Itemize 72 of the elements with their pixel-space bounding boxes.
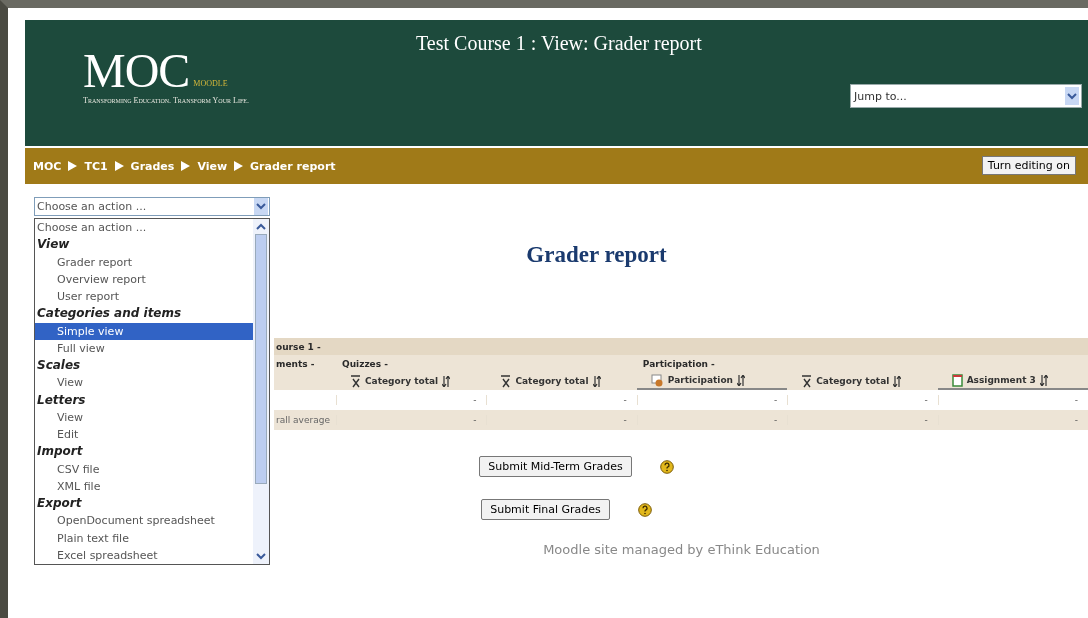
sigma-x-icon	[801, 374, 813, 388]
turn-editing-on-button[interactable]: Turn editing on	[981, 156, 1076, 175]
option-group-label: Categories and items	[36, 305, 183, 323]
jump-to-select[interactable]: Jump to...	[850, 84, 1082, 108]
average-cell: -	[336, 415, 487, 425]
grade-cell: -	[336, 395, 487, 405]
sigma-x-icon	[350, 374, 361, 388]
page-title: Test Course 1 : View: Grader report	[416, 32, 702, 55]
sort-icon[interactable]	[737, 374, 745, 386]
triangle-icon	[68, 161, 78, 171]
option-group-label: Import	[36, 443, 84, 461]
breadcrumb-link[interactable]: Grader report	[250, 159, 336, 173]
dropdown-option[interactable]: XML file	[35, 477, 253, 495]
site-logo: MOC	[83, 50, 190, 92]
grade-cell: -	[787, 395, 938, 405]
option-group-label: Letters	[36, 391, 87, 409]
submit-button[interactable]: Submit Mid-Term Grades	[479, 456, 632, 477]
row-label: rall average	[275, 415, 331, 425]
column-header[interactable]: Category total	[816, 376, 890, 386]
dropdown-option[interactable]: View	[35, 408, 253, 426]
triangle-icon	[181, 161, 191, 171]
average-cell: -	[486, 415, 637, 425]
dropdown-option[interactable]: CSV file	[35, 460, 253, 478]
scrollbar[interactable]	[253, 219, 269, 564]
breadcrumb-link[interactable]: Grades	[130, 159, 175, 173]
dropdown-option[interactable]: Edit	[35, 426, 253, 444]
dropdown-option[interactable]: Choose an action ...	[35, 219, 253, 237]
footer-text: Moodle site managed by eThink Education	[542, 542, 821, 557]
document-icon	[951, 373, 963, 387]
sort-icon[interactable]	[592, 375, 601, 387]
dropdown-option[interactable]: Simple view	[35, 322, 253, 340]
category-label[interactable]: Participation -	[642, 358, 715, 369]
sigma-x-icon	[500, 374, 512, 388]
grade-cell: -	[937, 395, 1088, 405]
dropdown-option[interactable]: Full view	[35, 339, 253, 357]
action-select[interactable]: Choose an action ...	[34, 197, 270, 216]
dropdown-option[interactable]: View	[35, 374, 253, 392]
submit-button[interactable]: Submit Final Grades	[481, 499, 610, 520]
breadcrumb-link[interactable]: MOC	[33, 159, 62, 173]
average-cell: -	[787, 415, 938, 425]
dropdown-option[interactable]: Plain text file	[35, 529, 253, 547]
option-group-label: View	[36, 236, 71, 254]
grade-cell: -	[486, 395, 637, 405]
column-header[interactable]: Category total	[515, 376, 589, 386]
breadcrumb-link[interactable]: TC1	[84, 159, 108, 173]
help-icon[interactable]	[637, 502, 652, 517]
course-label[interactable]: ourse 1 -	[274, 341, 336, 352]
help-icon[interactable]	[659, 459, 674, 474]
column-header[interactable]: Participation	[667, 375, 733, 385]
dropdown-option[interactable]: User report	[35, 288, 253, 306]
option-group-label: Export	[36, 495, 83, 512]
triangle-icon	[114, 161, 124, 171]
dropdown-option[interactable]: Overview report	[35, 270, 253, 288]
average-cell: -	[636, 415, 788, 425]
category-label[interactable]: ments -	[274, 358, 336, 369]
dropdown-option[interactable]: Grader report	[35, 253, 253, 271]
dropdown-option[interactable]: OpenDocument spreadsheet	[35, 512, 253, 530]
site-tagline: Transforming Education. Transform Your Life.	[83, 96, 250, 105]
report-heading: Grader report	[526, 242, 667, 268]
logo-subtitle: MOODLE	[193, 79, 228, 88]
average-cell: -	[937, 415, 1088, 425]
triangle-icon	[234, 161, 244, 171]
sort-icon[interactable]	[1039, 374, 1048, 386]
dropdown-option[interactable]: Excel spreadsheet	[35, 546, 253, 564]
sort-icon[interactable]	[442, 375, 451, 387]
breadcrumb-link[interactable]: View	[197, 159, 228, 173]
option-group-label: Scales	[36, 357, 82, 374]
sort-icon[interactable]	[893, 375, 902, 387]
column-header[interactable]: Assignment 3	[966, 375, 1036, 385]
grade-cell: -	[636, 395, 788, 405]
category-label[interactable]: Quizzes -	[342, 358, 388, 369]
column-header[interactable]: Category total	[365, 376, 439, 386]
